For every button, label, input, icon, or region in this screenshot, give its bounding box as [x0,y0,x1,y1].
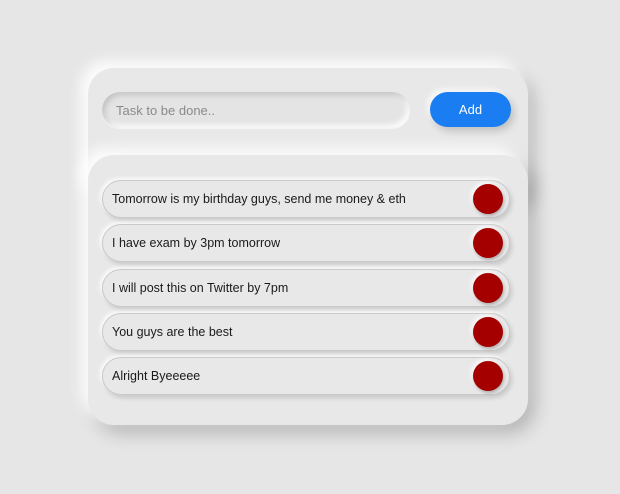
delete-button[interactable] [473,361,503,392]
task-text: Alright Byeeeee [112,369,201,384]
list-item: Alright Byeeeee [102,357,510,396]
add-button[interactable]: Add [430,92,511,127]
list-item: Tomorrow is my birthday guys, send me mo… [102,180,510,218]
task-list: Tomorrow is my birthday guys, send me mo… [102,180,512,401]
delete-button[interactable] [473,228,503,259]
task-text: Tomorrow is my birthday guys, send me mo… [112,192,406,206]
task-text: I have exam by 3pm tomorrow [112,236,281,251]
delete-button[interactable] [473,272,503,303]
delete-button[interactable] [473,316,503,347]
page: { "input": { "placeholder": "Task to be … [0,0,620,494]
delete-button[interactable] [473,184,503,214]
task-text: You guys are the best [112,324,233,339]
task-input-container [102,92,410,128]
list-item: You guys are the best [102,312,510,351]
task-input[interactable] [102,92,410,128]
list-item: I have exam by 3pm tomorrow [102,224,510,263]
task-text: I will post this on Twitter by 7pm [112,280,289,295]
list-item: I will post this on Twitter by 7pm [102,268,510,307]
